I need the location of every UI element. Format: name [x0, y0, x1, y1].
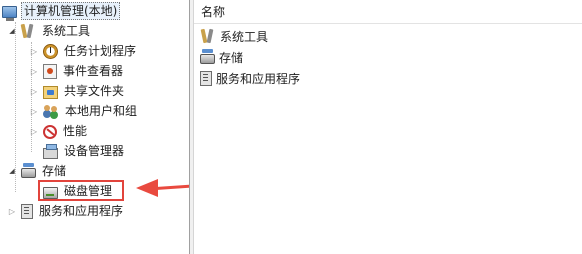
- tree-item-label: 服务和应用程序: [39, 204, 124, 218]
- services-icon: [200, 71, 212, 86]
- tree-item-label: 计算机管理(本地): [21, 2, 121, 20]
- expand-arrow-icon[interactable]: [7, 166, 17, 176]
- storage-icon: [21, 163, 36, 178]
- tree-item-label: 事件查看器: [63, 64, 124, 78]
- list-item-services-applications[interactable]: 服务和应用程序: [200, 68, 300, 88]
- content-list: 名称 系统工具 存储 服务和应用程序: [194, 0, 582, 254]
- list-item-label: 系统工具: [220, 29, 269, 44]
- column-header-label: 名称: [201, 5, 226, 19]
- task-scheduler-icon: [43, 43, 58, 59]
- highlight-box: [38, 180, 124, 201]
- shared-folder-icon: [43, 86, 58, 99]
- tree-item-performance[interactable]: 性能: [29, 121, 89, 141]
- tools-icon: [20, 23, 36, 39]
- tree-item-system-tools[interactable]: 系统工具: [7, 21, 92, 41]
- computer-icon: [2, 5, 17, 21]
- tree-item-shared-folders[interactable]: 共享文件夹: [29, 81, 126, 101]
- services-icon: [21, 204, 33, 219]
- tree-item-label: 存储: [42, 164, 67, 178]
- tree-item-label: 本地用户和组: [65, 104, 138, 118]
- tree-item-label: 设备管理器: [64, 144, 125, 158]
- list-item-label: 存储: [219, 50, 244, 65]
- event-viewer-icon: [43, 63, 57, 79]
- tree-item-computer-management[interactable]: 计算机管理(本地): [2, 1, 121, 21]
- tree-item-task-scheduler[interactable]: 任务计划程序: [29, 41, 138, 61]
- list-item-system-tools[interactable]: 系统工具: [200, 26, 268, 46]
- collapse-arrow-icon[interactable]: [29, 126, 39, 136]
- list-item-label: 服务和应用程序: [216, 71, 301, 86]
- collapse-arrow-icon[interactable]: [29, 86, 39, 96]
- tree-item-local-users-groups[interactable]: 本地用户和组: [29, 101, 139, 121]
- navigation-tree: 计算机管理(本地) 系统工具 任务计划程序 事件查看器 共享文件夹 本地用户和组…: [0, 0, 189, 254]
- collapse-arrow-icon[interactable]: [29, 46, 39, 56]
- tree-item-label: 共享文件夹: [64, 84, 125, 98]
- users-icon: [43, 103, 59, 119]
- tree-item-label: 任务计划程序: [64, 44, 137, 58]
- collapse-arrow-icon[interactable]: [29, 106, 39, 116]
- tree-item-services-applications[interactable]: 服务和应用程序: [7, 201, 125, 221]
- tree-item-event-viewer[interactable]: 事件查看器: [29, 61, 125, 81]
- tree-item-device-manager[interactable]: 设备管理器: [43, 141, 126, 161]
- column-header-name[interactable]: 名称: [194, 0, 582, 24]
- list-item-storage[interactable]: 存储: [200, 47, 243, 67]
- tree-item-label: 系统工具: [42, 24, 91, 38]
- storage-icon: [200, 49, 215, 64]
- arrow-shaft: [155, 183, 189, 190]
- tree-item-storage[interactable]: 存储: [7, 161, 68, 181]
- tools-icon: [200, 28, 216, 44]
- expand-arrow-icon[interactable]: [7, 26, 17, 36]
- device-manager-icon: [43, 143, 58, 159]
- tree-item-label: 性能: [63, 124, 88, 138]
- collapse-arrow-icon[interactable]: [29, 66, 39, 76]
- arrow-icon: [136, 179, 158, 197]
- collapse-arrow-icon[interactable]: [7, 206, 17, 216]
- performance-icon: [43, 124, 57, 139]
